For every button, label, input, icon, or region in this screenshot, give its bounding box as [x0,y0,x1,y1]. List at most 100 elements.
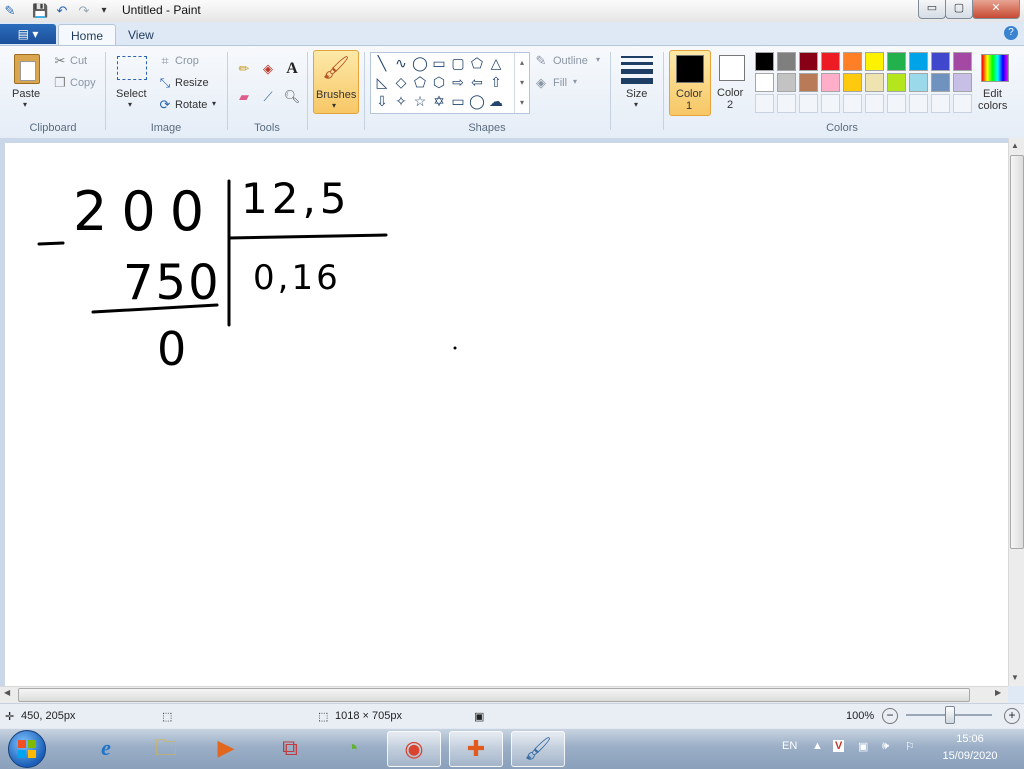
down-arrow-shape-icon[interactable]: ⇩ [373,92,391,110]
fill-bucket-icon[interactable]: ◈ [257,58,279,80]
color-2-button[interactable]: Color 2 [713,50,751,114]
chrome-icon[interactable]: ◉ [387,731,441,767]
palette-custom-slot[interactable] [777,94,796,113]
scroll-up-icon[interactable]: ▲ [1011,141,1019,150]
palette-custom-slot[interactable] [865,94,884,113]
copy-button[interactable]: Copy [70,77,96,89]
undo-icon[interactable]: ↶ [54,3,70,19]
close-button[interactable]: ✕ [972,0,1020,19]
palette-color-swatch[interactable] [931,52,950,71]
cloud-callout-shape-icon[interactable]: ☁ [487,92,505,110]
palette-custom-slot[interactable] [953,94,972,113]
left-arrow-shape-icon[interactable]: ⇦ [468,73,486,91]
edit-colors-button[interactable]: Edit colors [977,50,1011,114]
outline-button[interactable]: Outline [553,55,588,67]
palette-color-swatch[interactable] [777,52,796,71]
cut-button[interactable]: Cut [70,55,87,67]
palette-color-swatch[interactable] [931,73,950,92]
magnifier-icon[interactable]: 🔍︎ [281,86,303,108]
redo-icon[interactable]: ↷ [76,3,92,19]
palette-custom-slot[interactable] [799,94,818,113]
palette-custom-slot[interactable] [909,94,928,113]
clock-date[interactable]: 15/09/2020 [930,750,1010,762]
six-point-star-shape-icon[interactable]: ✡ [430,92,448,110]
paste-button[interactable]: Paste ▾ [8,50,46,112]
palette-color-swatch[interactable] [909,52,928,71]
oval-shape-icon[interactable]: ◯ [411,54,429,72]
palette-color-swatch[interactable] [755,52,774,71]
rounded-rectangle-shape-icon[interactable]: ▢ [449,54,467,72]
zoom-in-button[interactable]: + [1004,708,1020,724]
palette-color-swatch[interactable] [865,52,884,71]
up-arrow-shape-icon[interactable]: ⇧ [487,73,505,91]
shield-app-icon[interactable]: ✚ [449,731,503,767]
palette-color-swatch[interactable] [799,52,818,71]
media-player-icon[interactable]: ▶ [200,731,252,765]
polygon-shape-icon[interactable]: ⬠ [468,54,486,72]
palette-color-swatch[interactable] [755,73,774,92]
green-app-icon[interactable]: ◔ [326,731,378,765]
start-button[interactable] [8,730,46,768]
rectangle-callout-shape-icon[interactable]: ▭ [449,92,467,110]
save-icon[interactable]: 💾 [32,3,48,19]
file-explorer-icon[interactable]: 🗀 [140,731,192,765]
pencil-icon[interactable]: ✏ [233,58,255,80]
select-button[interactable]: Select ▾ [112,50,152,112]
palette-color-swatch[interactable] [843,52,862,71]
text-tool-icon[interactable]: A [281,58,303,80]
vertical-scroll-thumb[interactable] [1010,155,1024,549]
palette-color-swatch[interactable] [777,73,796,92]
brushes-button[interactable]: 🖌︎ Brushes ▾ [313,50,359,114]
five-point-star-shape-icon[interactable]: ☆ [411,92,429,110]
palette-custom-slot[interactable] [843,94,862,113]
color-1-button[interactable]: Color 1 [669,50,711,116]
hexagon-shape-icon[interactable]: ⬡ [430,73,448,91]
palette-color-swatch[interactable] [865,73,884,92]
rotate-button[interactable]: Rotate [175,99,207,111]
file-menu-button[interactable]: ▤ ▾ [0,24,56,44]
drawing-canvas[interactable]: 200 12,5 750 0,16 0 [5,143,1008,686]
rectangle-shape-icon[interactable]: ▭ [430,54,448,72]
network-app-icon[interactable]: ⧉ [264,731,316,765]
palette-color-swatch[interactable] [843,73,862,92]
customize-dropdown-icon[interactable]: ▾ [96,3,112,19]
four-point-star-shape-icon[interactable]: ✧ [392,92,410,110]
palette-color-swatch[interactable] [953,52,972,71]
palette-color-swatch[interactable] [953,73,972,92]
paint-taskbar-icon[interactable]: 🖌︎ [511,731,565,767]
maximize-button[interactable]: ▢ [945,0,973,19]
network-tray-icon[interactable]: ▣ [858,740,868,753]
triangle-shape-icon[interactable]: △ [487,54,505,72]
scroll-right-icon[interactable]: ▶ [995,688,1001,697]
internet-explorer-icon[interactable]: e [80,731,132,765]
right-arrow-shape-icon[interactable]: ⇨ [449,73,467,91]
clock-time[interactable]: 15:06 [930,733,1010,745]
resize-button[interactable]: Resize [175,77,209,89]
palette-color-swatch[interactable] [887,73,906,92]
palette-color-swatch[interactable] [821,73,840,92]
horizontal-scroll-thumb[interactable] [18,688,970,702]
curve-shape-icon[interactable]: ∿ [392,54,410,72]
size-button[interactable]: Size ▾ [616,50,658,112]
oval-callout-shape-icon[interactable]: ◯ [468,92,486,110]
antivirus-tray-icon[interactable]: V [833,740,845,752]
help-icon[interactable]: ? [1004,26,1018,40]
action-center-flag-icon[interactable]: ⚐ [905,740,915,753]
zoom-slider-thumb[interactable] [945,706,955,724]
show-hidden-icons-icon[interactable]: ▲ [812,740,823,752]
palette-custom-slot[interactable] [755,94,774,113]
color-picker-icon[interactable]: ⟋ [257,86,279,108]
right-triangle-shape-icon[interactable]: ◺ [373,73,391,91]
minimize-button[interactable]: ▭ [918,0,946,19]
scroll-left-icon[interactable]: ◀ [4,688,10,697]
crop-button[interactable]: Crop [175,55,199,67]
tab-home[interactable]: Home [58,24,117,47]
shapes-gallery-scroll[interactable]: ▴ ▾ ▾ [514,53,529,113]
pentagon-shape-icon[interactable]: ⬠ [411,73,429,91]
fill-button[interactable]: Fill [553,77,567,89]
palette-custom-slot[interactable] [821,94,840,113]
diamond-shape-icon[interactable]: ◇ [392,73,410,91]
volume-tray-icon[interactable]: 🕪︎ [882,740,889,753]
zoom-out-button[interactable]: − [882,708,898,724]
line-shape-icon[interactable]: ╲ [373,54,391,72]
